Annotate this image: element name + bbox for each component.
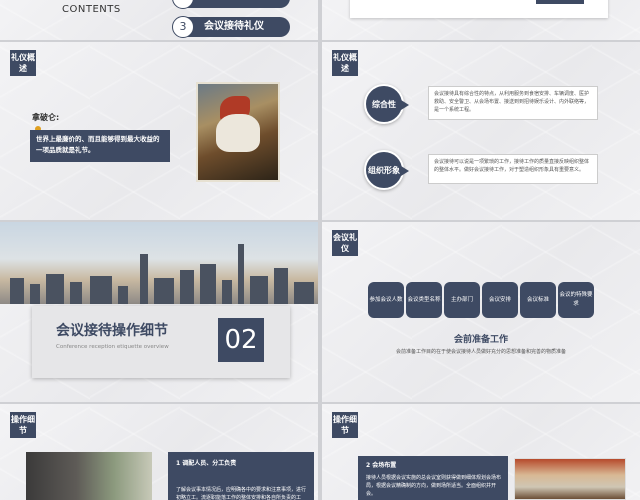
slide-pre-meeting[interactable]: 会议礼仪 参加会议人数 会议类型名称 主办部门 会议安排 会议标准 会议的特殊要…: [322, 222, 640, 402]
bubble-image: 组织形象: [364, 150, 409, 190]
section-tag: 会议礼仪: [332, 230, 358, 256]
prep-subtitle: 会前准备工作目的在于使会议接待人员做好充分的思想准备和完善的物质准备: [395, 349, 566, 355]
city-skyline-photo: [0, 222, 318, 304]
section-title-card: 会议接待操作细节 Conference reception etiquette …: [32, 306, 290, 378]
item-organizer: 主办部门: [444, 282, 480, 318]
text-comprehensive: 会议接待具有综合性的特点，从利用服务到食宿安排、车辆调度、医护救助、安全警卫、从…: [428, 86, 598, 120]
accent-block: [536, 0, 584, 4]
contents-number-3: 3: [172, 16, 194, 38]
bubble-comprehensive: 综合性: [364, 84, 409, 124]
step-box-2: 2 会场布置 接待人员根据会议实施的总会议室则获得做到细体规划会场布局，根据会议…: [358, 456, 508, 500]
slide-grid: CONTENTS 会议接待礼仪 3 礼仪概述 拿破仑: 世界上最廉价的、而且能够…: [0, 0, 640, 500]
slide-partial[interactable]: [322, 0, 640, 40]
contents-item-3-label: 会议接待礼仪: [204, 21, 264, 32]
text-image: 会议接待可以说是一项繁琐的工作，接待工作的质量直接反映组织整体的整体水平。做好会…: [428, 154, 598, 184]
step-text: 接待人员根据会议实施的总会议室则获得做到细体规划会场布局，根据会议精确制的方向，…: [366, 475, 502, 497]
slide-contents[interactable]: CONTENTS 会议接待礼仪 3: [0, 0, 318, 40]
slide-etiquette-overview[interactable]: 礼仪概述 拿破仑: 世界上最廉价的、而且能够得到最大收益的一项品质就是礼节。: [0, 42, 318, 220]
slide-characteristics[interactable]: 礼仪概述 综合性 会议接待具有综合性的特点，从利用服务到食宿安排、车辆调度、医护…: [322, 42, 640, 220]
section-tag: 礼仪概述: [10, 50, 36, 76]
section-tag: 操作细节: [332, 412, 358, 438]
quote-author: 拿破仑:: [32, 113, 60, 122]
item-attendees: 参加会议人数: [368, 282, 404, 318]
item-standard: 会议标准: [520, 282, 556, 318]
prep-title: 会前准备工作: [453, 335, 508, 345]
section-tag: 操作细节: [10, 412, 36, 438]
painting-horse: [216, 114, 260, 152]
section-title: 会议接待操作细节: [56, 323, 168, 339]
section-subtitle: Conference reception etiquette overview: [56, 344, 169, 350]
meeting-room-photo: [514, 458, 626, 500]
item-arrangement: 会议安排: [482, 282, 518, 318]
step-box-1: 1 调配人员、分工负责 了解会议事本情况后，应明确各中的要求和注意事项，进行初略…: [168, 452, 314, 500]
quote-text: 世界上最廉价的、而且能够得到最大收益的一项品质就是礼节。: [30, 130, 170, 162]
napoleon-painting: [196, 82, 280, 182]
step-title: 1 调配人员、分工负责: [176, 460, 237, 467]
item-special-requirements: 会议的特殊要求: [558, 282, 594, 318]
slide-section-02[interactable]: 会议接待操作细节 Conference reception etiquette …: [0, 222, 318, 402]
slide-operation-1[interactable]: 操作细节 1 调配人员、分工负责 了解会议事本情况后，应明确各中的要求和注意事项…: [0, 404, 318, 500]
section-tag: 礼仪概述: [332, 50, 358, 76]
item-meeting-type: 会议类型名称: [406, 282, 442, 318]
step-title: 2 会场布置: [366, 462, 397, 469]
contents-item-2[interactable]: [178, 0, 290, 8]
contents-label: CONTENTS: [62, 4, 121, 15]
contents-item-3[interactable]: 会议接待礼仪: [178, 17, 290, 37]
section-number: 02: [218, 318, 264, 362]
staff-photo: [26, 452, 152, 500]
step-text: 了解会议事本情况后，应明确各中的要求和注意事项，进行初略立工。流逐职能落工作的整…: [176, 487, 307, 500]
slide-operation-2[interactable]: 操作细节 2 会场布置 接待人员根据会议实施的总会议室则获得做到细体规划会场布局…: [322, 404, 640, 500]
